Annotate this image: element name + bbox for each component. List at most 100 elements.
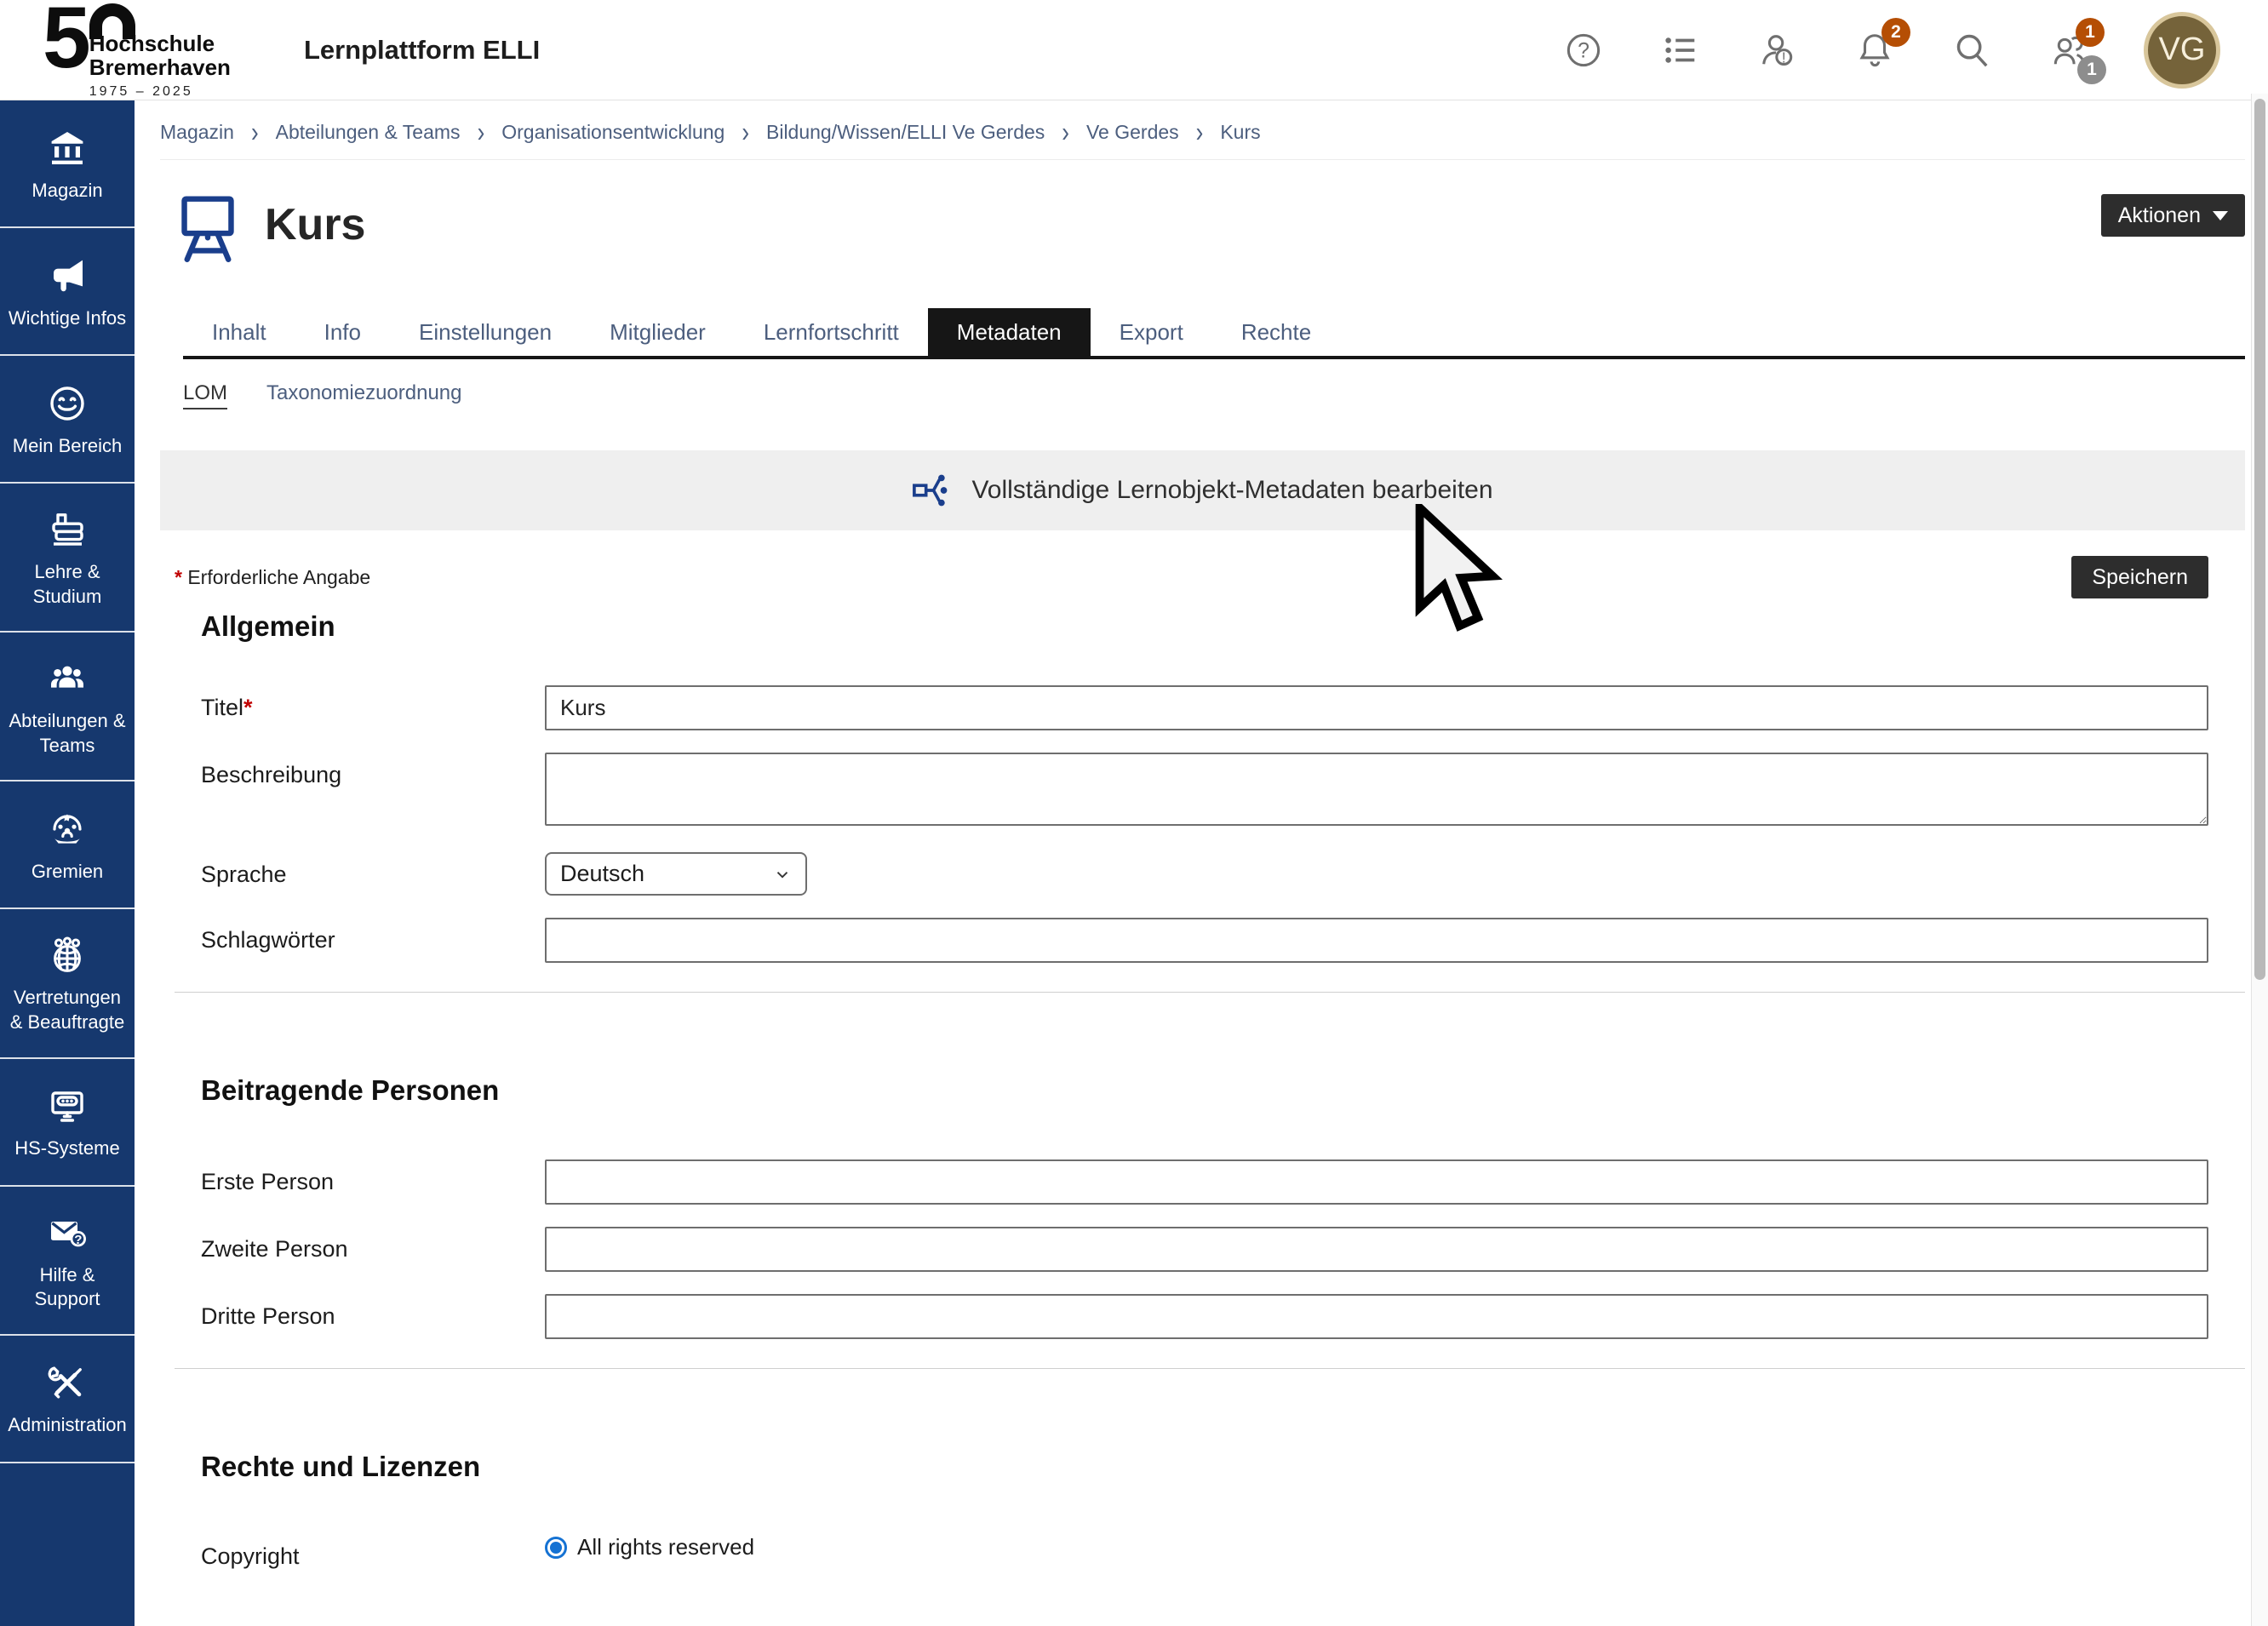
tab-bar: Inhalt Info Einstellungen Mitglieder Ler… — [183, 308, 2245, 359]
save-button[interactable]: Speichern — [2071, 556, 2208, 598]
edit-full-metadata-link[interactable]: Vollständige Lernobjekt-Metadaten bearbe… — [160, 450, 2245, 530]
header-toolbar: ? ! 2 — [1561, 12, 2234, 89]
sidebar-item-vertretungen-beauftragte[interactable]: Vertretungen & Beauftragte — [0, 909, 135, 1058]
field-label-text: Titel — [201, 695, 243, 720]
sidebar-item-label: HS-Systeme — [14, 1136, 119, 1161]
field-titel: Titel* — [201, 685, 2245, 730]
subtab-lom[interactable]: LOM — [183, 381, 227, 409]
chevron-down-icon — [773, 865, 792, 884]
notifications-badge: 2 — [1881, 18, 1910, 47]
page-title-row: Kurs Aktionen — [160, 191, 2245, 262]
user-alert-icon[interactable]: ! — [1755, 28, 1800, 72]
svg-text:?: ? — [74, 1232, 82, 1246]
section-heading-rechte: Rechte und Lizenzen — [201, 1451, 2245, 1483]
contacts-badge-new: 1 — [2076, 18, 2105, 47]
field-copyright: Copyright All rights reserved — [201, 1534, 2245, 1570]
notifications-bell-icon[interactable]: 2 — [1853, 28, 1897, 72]
breadcrumb: Magazin › Abteilungen & Teams › Organisa… — [160, 100, 2245, 160]
top-header: 5 Hochschule Bremerhaven 1975 – 2025 Ler… — [0, 0, 2268, 100]
sidebar-item-hs-systeme[interactable]: HS-Systeme — [0, 1059, 135, 1187]
tab-info[interactable]: Info — [295, 308, 390, 356]
section-allgemein: Allgemein Titel* Beschreibung Sprache De… — [201, 610, 2245, 963]
zweite-person-input[interactable] — [545, 1227, 2208, 1272]
breadcrumb-item-bildung-wissen[interactable]: Bildung/Wissen/ELLI Ve Gerdes — [766, 121, 1045, 144]
scrollbar-track[interactable] — [2251, 94, 2268, 1626]
sidebar-item-magazin[interactable]: Magazin — [0, 100, 135, 228]
search-icon[interactable] — [1950, 28, 1994, 72]
sidebar-item-lehre-studium[interactable]: Lehre & Studium — [0, 484, 135, 633]
contacts-icon[interactable]: 1 1 — [2047, 28, 2091, 72]
university-logo: 5 Hochschule Bremerhaven 1975 – 2025 — [43, 0, 231, 100]
sidebar-item-abteilungen-teams[interactable]: Abteilungen & Teams — [0, 633, 135, 782]
avatar[interactable]: VG — [2144, 12, 2220, 89]
breadcrumb-item-ve-gerdes[interactable]: Ve Gerdes — [1086, 121, 1179, 144]
globe-people-icon — [47, 935, 88, 976]
tab-einstellungen[interactable]: Einstellungen — [390, 308, 581, 356]
section-heading-beitragende: Beitragende Personen — [201, 1074, 2245, 1107]
actions-button[interactable]: Aktionen — [2101, 194, 2245, 237]
logo-years: 1975 – 2025 — [89, 84, 231, 100]
tab-rechte[interactable]: Rechte — [1212, 308, 1340, 356]
tab-metadaten[interactable]: Metadaten — [928, 308, 1091, 356]
required-star: * — [243, 695, 253, 720]
tools-icon — [47, 1362, 88, 1403]
breadcrumb-item-organisationsentwicklung[interactable]: Organisationsentwicklung — [501, 121, 724, 144]
tab-mitglieder[interactable]: Mitglieder — [581, 308, 735, 356]
main-sidebar: Magazin Wichtige Infos Mein Bereich — [0, 100, 135, 1626]
field-label-zweite-person: Zweite Person — [201, 1227, 545, 1262]
actions-button-label: Aktionen — [2118, 203, 2201, 228]
field-beschreibung: Beschreibung — [201, 753, 2245, 830]
tab-inhalt[interactable]: Inhalt — [183, 308, 295, 356]
sidebar-item-hilfe-support[interactable]: ? Hilfe & Support — [0, 1187, 135, 1336]
breadcrumb-item-abteilungen-teams[interactable]: Abteilungen & Teams — [276, 121, 461, 144]
sprache-select[interactable]: Deutsch — [545, 852, 807, 896]
field-dritte-person: Dritte Person — [201, 1294, 2245, 1339]
breadcrumb-separator: › — [1196, 115, 1204, 149]
erste-person-input[interactable] — [545, 1159, 2208, 1205]
banner-label: Vollständige Lernobjekt-Metadaten bearbe… — [971, 476, 1492, 505]
todo-list-icon[interactable] — [1658, 28, 1703, 72]
beschreibung-textarea[interactable] — [545, 753, 2208, 826]
field-label-erste-person: Erste Person — [201, 1159, 545, 1195]
app-title: Lernplattform ELLI — [304, 35, 540, 66]
books-icon — [47, 509, 88, 550]
sidebar-item-label: Lehre & Studium — [7, 560, 128, 609]
breadcrumb-separator: › — [742, 115, 749, 149]
section-heading-allgemein: Allgemein — [201, 610, 2245, 643]
breadcrumb-item-kurs[interactable]: Kurs — [1220, 121, 1260, 144]
sidebar-item-wichtige-infos[interactable]: Wichtige Infos — [0, 228, 135, 356]
people-group-icon — [47, 658, 88, 699]
help-icon[interactable]: ? — [1561, 28, 1606, 72]
sidebar-item-administration[interactable]: Administration — [0, 1336, 135, 1463]
contacts-badge-total: 1 — [2077, 55, 2106, 84]
course-easel-icon — [175, 191, 241, 262]
mail-question-icon: ? — [47, 1212, 88, 1253]
field-label-beschreibung: Beschreibung — [201, 753, 545, 788]
breadcrumb-item-magazin[interactable]: Magazin — [160, 121, 234, 144]
tab-lernfortschritt[interactable]: Lernfortschritt — [735, 308, 928, 356]
field-label-dritte-person: Dritte Person — [201, 1294, 545, 1330]
section-divider — [175, 992, 2245, 993]
sidebar-item-label: Abteilungen & Teams — [7, 709, 128, 758]
sidebar-item-mein-bereich[interactable]: Mein Bereich — [0, 356, 135, 484]
field-zweite-person: Zweite Person — [201, 1227, 2245, 1272]
section-rechte-lizenzen: Rechte und Lizenzen Copyright All rights… — [201, 1451, 2245, 1570]
megaphone-icon — [47, 255, 88, 296]
subtab-taxonomiezuordnung[interactable]: Taxonomiezuordnung — [266, 381, 462, 409]
caret-down-icon — [2213, 211, 2228, 220]
tab-export[interactable]: Export — [1091, 308, 1212, 356]
copyright-radio[interactable] — [545, 1537, 567, 1559]
sidebar-item-gremien[interactable]: Gremien — [0, 782, 135, 909]
field-label-sprache: Sprache — [201, 852, 545, 888]
copyright-radio-label: All rights reserved — [577, 1534, 754, 1560]
scrollbar-thumb[interactable] — [2254, 99, 2265, 980]
copyright-option-all-rights-reserved[interactable]: All rights reserved — [545, 1534, 754, 1560]
titel-input[interactable] — [545, 685, 2208, 730]
sidebar-filler — [0, 1463, 135, 1626]
schlagwoerter-input[interactable] — [545, 918, 2208, 963]
logo-digit: 5 — [43, 0, 88, 75]
dritte-person-input[interactable] — [545, 1294, 2208, 1339]
assembly-icon — [47, 809, 88, 850]
smiley-icon — [47, 383, 88, 424]
logo-line2: Bremerhaven — [89, 56, 231, 80]
